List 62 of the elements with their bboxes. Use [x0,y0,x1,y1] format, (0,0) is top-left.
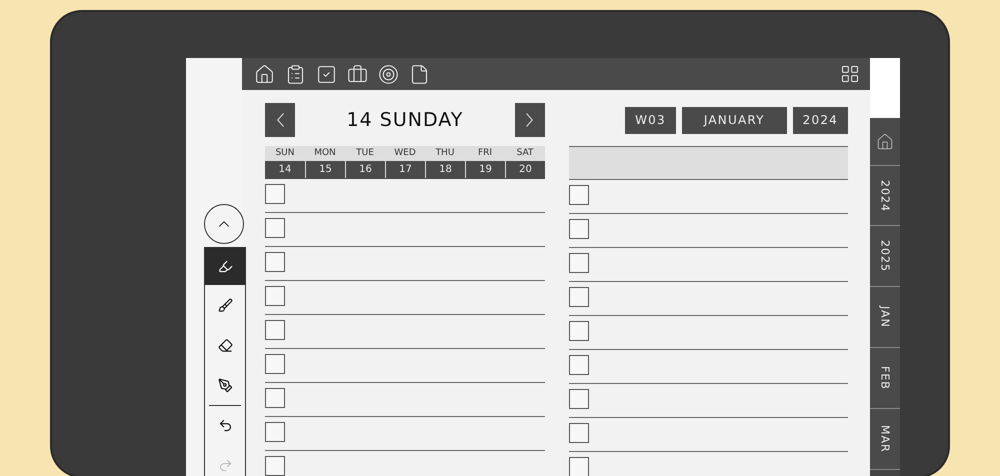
checkbox[interactable] [265,456,285,476]
chevron-right-icon [526,113,534,127]
checkbox[interactable] [569,287,589,307]
checkbox[interactable] [569,185,589,205]
weekday-label: MON [305,146,345,161]
date-cell[interactable]: 14 [265,161,305,178]
blank-tab-area [870,58,900,118]
home-tab[interactable] [870,118,900,166]
chevron-left-icon [276,113,284,127]
clipboard-icon[interactable] [285,64,306,84]
side-tab[interactable]: FEB [870,348,900,409]
checkbox[interactable] [265,388,285,408]
date-cell[interactable]: 18 [425,161,465,178]
highlighter-icon [218,258,232,274]
weekday-label: SAT [505,146,545,161]
home-icon[interactable] [254,64,275,84]
checkbox[interactable] [569,355,589,375]
weekday-label: WED [385,146,425,161]
weekday-label: FRI [465,146,505,161]
briefcase-icon[interactable] [347,64,368,84]
pen-icon [218,378,232,392]
date-chip[interactable]: W03 [625,106,676,134]
next-button[interactable] [514,103,545,137]
checkbox[interactable] [569,423,589,443]
checkbox[interactable] [569,321,589,341]
date-cell[interactable]: 19 [465,161,505,178]
date-cell[interactable]: 15 [305,161,345,178]
grid-icon[interactable] [840,64,860,84]
date-cell[interactable]: 20 [505,161,545,178]
side-tab[interactable]: JAN [870,287,900,348]
date-cell[interactable]: 17 [385,161,425,178]
weekday-label: SUN [265,146,305,161]
home-icon [876,132,894,150]
weekday-label: THU [425,146,465,161]
checkbox[interactable] [569,457,589,476]
checkbox[interactable] [569,389,589,409]
eraser-icon [218,338,232,352]
side-tab[interactable]: 2025 [870,226,900,287]
checkbox[interactable] [265,354,285,374]
side-tab[interactable]: 2024 [870,166,900,226]
tool-button[interactable] [205,247,245,285]
checkbox[interactable] [265,184,285,204]
marker-icon [218,298,232,312]
target-icon[interactable] [378,64,399,84]
checkbox[interactable] [265,422,285,442]
weekday-label: TUE [345,146,385,161]
file-icon[interactable] [409,64,430,84]
date-cell[interactable]: 16 [345,161,385,178]
checkbox[interactable] [265,252,285,272]
day-title: 14 SUNDAY [346,109,464,131]
date-chip[interactable]: 2024 [792,106,848,134]
redo-icon [218,458,232,472]
checkbox[interactable] [569,219,589,239]
scroll-up-button[interactable] [204,204,244,244]
checkbox[interactable] [265,286,285,306]
date-chip[interactable]: JANUARY [682,106,787,134]
checkbox[interactable] [265,218,285,238]
checkbox[interactable] [569,253,589,273]
side-tab[interactable]: MAR [870,409,900,470]
checkbox-icon[interactable] [316,64,337,84]
checkbox[interactable] [265,320,285,340]
undo-icon [218,418,232,433]
